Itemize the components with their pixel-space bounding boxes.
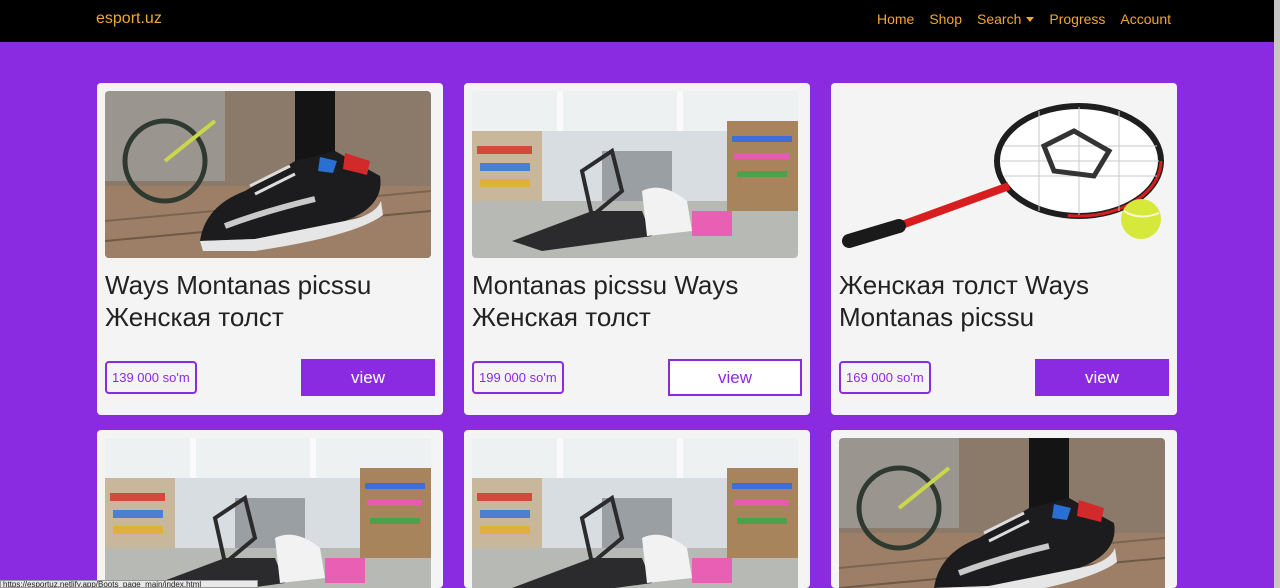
caret-down-icon xyxy=(1026,16,1035,22)
product-image[interactable] xyxy=(105,438,431,588)
store-interior-photo xyxy=(472,91,798,258)
tennis-racket-photo xyxy=(839,91,1165,258)
nav-search-dropdown[interactable]: Search xyxy=(977,11,1035,27)
nav-home-link[interactable]: Home xyxy=(877,11,914,27)
product-image[interactable] xyxy=(105,91,431,258)
price-badge: 199 000 so'm xyxy=(472,361,564,394)
product-card: Ways Montanas picssu Женская толст 139 0… xyxy=(97,83,443,415)
product-card: Montanas picssu Ways Женская толст 199 0… xyxy=(464,83,810,415)
link-status-bar: https://esportuz.netlify.app/Boots_page_… xyxy=(0,580,258,588)
view-button[interactable]: view xyxy=(668,359,802,396)
product-card xyxy=(831,430,1177,588)
product-image[interactable] xyxy=(839,91,1165,258)
product-card: Женская толст Ways Montanas picssu 169 0… xyxy=(831,83,1177,415)
product-title: Montanas picssu Ways Женская толст xyxy=(472,270,739,332)
page-scrollbar[interactable] xyxy=(1274,0,1280,588)
price-badge: 139 000 so'm xyxy=(105,361,197,394)
navbar: esport.uz Home Shop Search Progress Acco… xyxy=(0,0,1274,42)
store-interior-photo xyxy=(472,438,798,588)
sneaker-photo xyxy=(839,438,1165,588)
product-title: Ways Montanas picssu Женская толст xyxy=(105,270,372,332)
price-badge: 169 000 so'm xyxy=(839,361,931,394)
product-image[interactable] xyxy=(472,438,798,588)
product-image[interactable] xyxy=(839,438,1165,588)
product-title: Женская толст Ways Montanas picssu xyxy=(839,270,1090,332)
product-image[interactable] xyxy=(472,91,798,258)
view-button[interactable]: view xyxy=(301,359,435,396)
nav-search-label: Search xyxy=(977,11,1022,27)
nav-progress-link[interactable]: Progress xyxy=(1049,11,1105,27)
view-button[interactable]: view xyxy=(1035,359,1169,396)
sneaker-photo xyxy=(105,91,431,258)
nav-links: Home Shop Search Progress Account xyxy=(877,11,1171,27)
brand-logo[interactable]: esport.uz xyxy=(96,10,162,28)
product-card xyxy=(464,430,810,588)
product-card xyxy=(97,430,443,588)
nav-shop-link[interactable]: Shop xyxy=(929,11,962,27)
nav-account-link[interactable]: Account xyxy=(1120,11,1171,27)
store-interior-photo xyxy=(105,438,431,588)
